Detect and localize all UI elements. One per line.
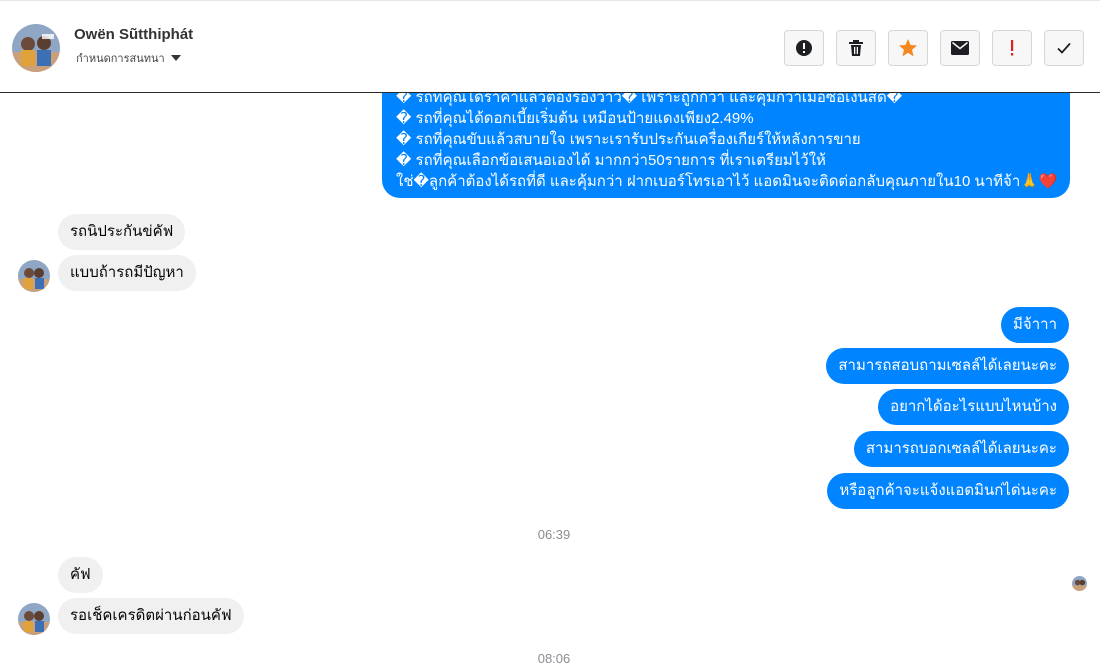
incoming-message[interactable]: รอเช็คเครดิตผ่านก่อนคัฟ [58,598,244,634]
promo-line: ใช่�ลูกค้าต้องได้รถที่ดี และคุ้มกว่า ฝาก… [396,173,1058,190]
checkmark-icon [1057,42,1071,54]
contact-name[interactable]: Owën Sũtthiphát [74,26,193,43]
outgoing-message[interactable]: หรือลูกค้าจะแจ้งแอดมินก่ได่นะคะ [827,473,1069,509]
incoming-message[interactable]: แบบถ้ารถมีปัญหา [58,255,196,291]
outgoing-message[interactable]: สามารถบอกเซลล์ได้เลยนะคะ [853,431,1069,467]
promo-line: � รถที่คุณได้ราคาแล้วต้องร้องว้าว� เพราะ… [396,93,903,106]
contact-avatar-small [18,603,50,635]
outgoing-message[interactable]: สามารถสอบถามเซลล์ได้เลยนะคะ [826,348,1069,384]
header-actions [784,30,1084,66]
outgoing-promo-message[interactable]: � รถที่คุณได้ราคาแล้วต้องร้องว้าว� เพราะ… [382,93,1070,198]
trash-icon [849,40,863,56]
conversation-status-label: กำหนดการสนทนา [76,53,165,65]
timestamp: 06:39 [537,527,571,542]
promo-line: � รถที่คุณเลือกข้อเสนอเองได้ มากกว่า50รา… [396,152,826,169]
star-icon [899,39,917,57]
exclamation-icon [1011,40,1014,56]
seen-receipt-avatar [1072,576,1087,591]
contact-avatar-small [18,260,50,292]
mark-unread-button[interactable] [940,30,980,66]
conversation-status-dropdown[interactable]: กำหนดการสนทนา [76,49,181,67]
delete-button[interactable] [836,30,876,66]
message-thread[interactable]: � รถที่คุณได้ราคาแล้วต้องร้องว้าว� เพราะ… [0,93,1100,665]
important-button[interactable] [992,30,1032,66]
timestamp: 08:06 [537,651,571,665]
done-button[interactable] [1044,30,1084,66]
contact-avatar[interactable] [12,24,60,72]
conversation-header: Owën Sũtthiphát กำหนดการสนทนา [0,4,1100,93]
outgoing-message[interactable]: อยากได้อะไรแบบไหนบ้าง [878,389,1069,425]
report-icon [796,40,812,56]
envelope-icon [951,41,969,55]
promo-line: � รถที่คุณขับแล้วสบายใจ เพราะเรารับประกั… [396,131,861,148]
incoming-message[interactable]: รถนิประกันข่คัฟ [58,214,186,250]
incoming-message[interactable]: คัฟ [58,557,103,593]
outgoing-message[interactable]: มีจ้าาา [1001,307,1069,343]
report-button[interactable] [784,30,824,66]
caret-down-icon [170,55,181,61]
star-button[interactable] [888,30,928,66]
promo-line: � รถที่คุณได้ดอกเบี้ยเริ่มต้น เหมือนป้าย… [396,110,754,127]
